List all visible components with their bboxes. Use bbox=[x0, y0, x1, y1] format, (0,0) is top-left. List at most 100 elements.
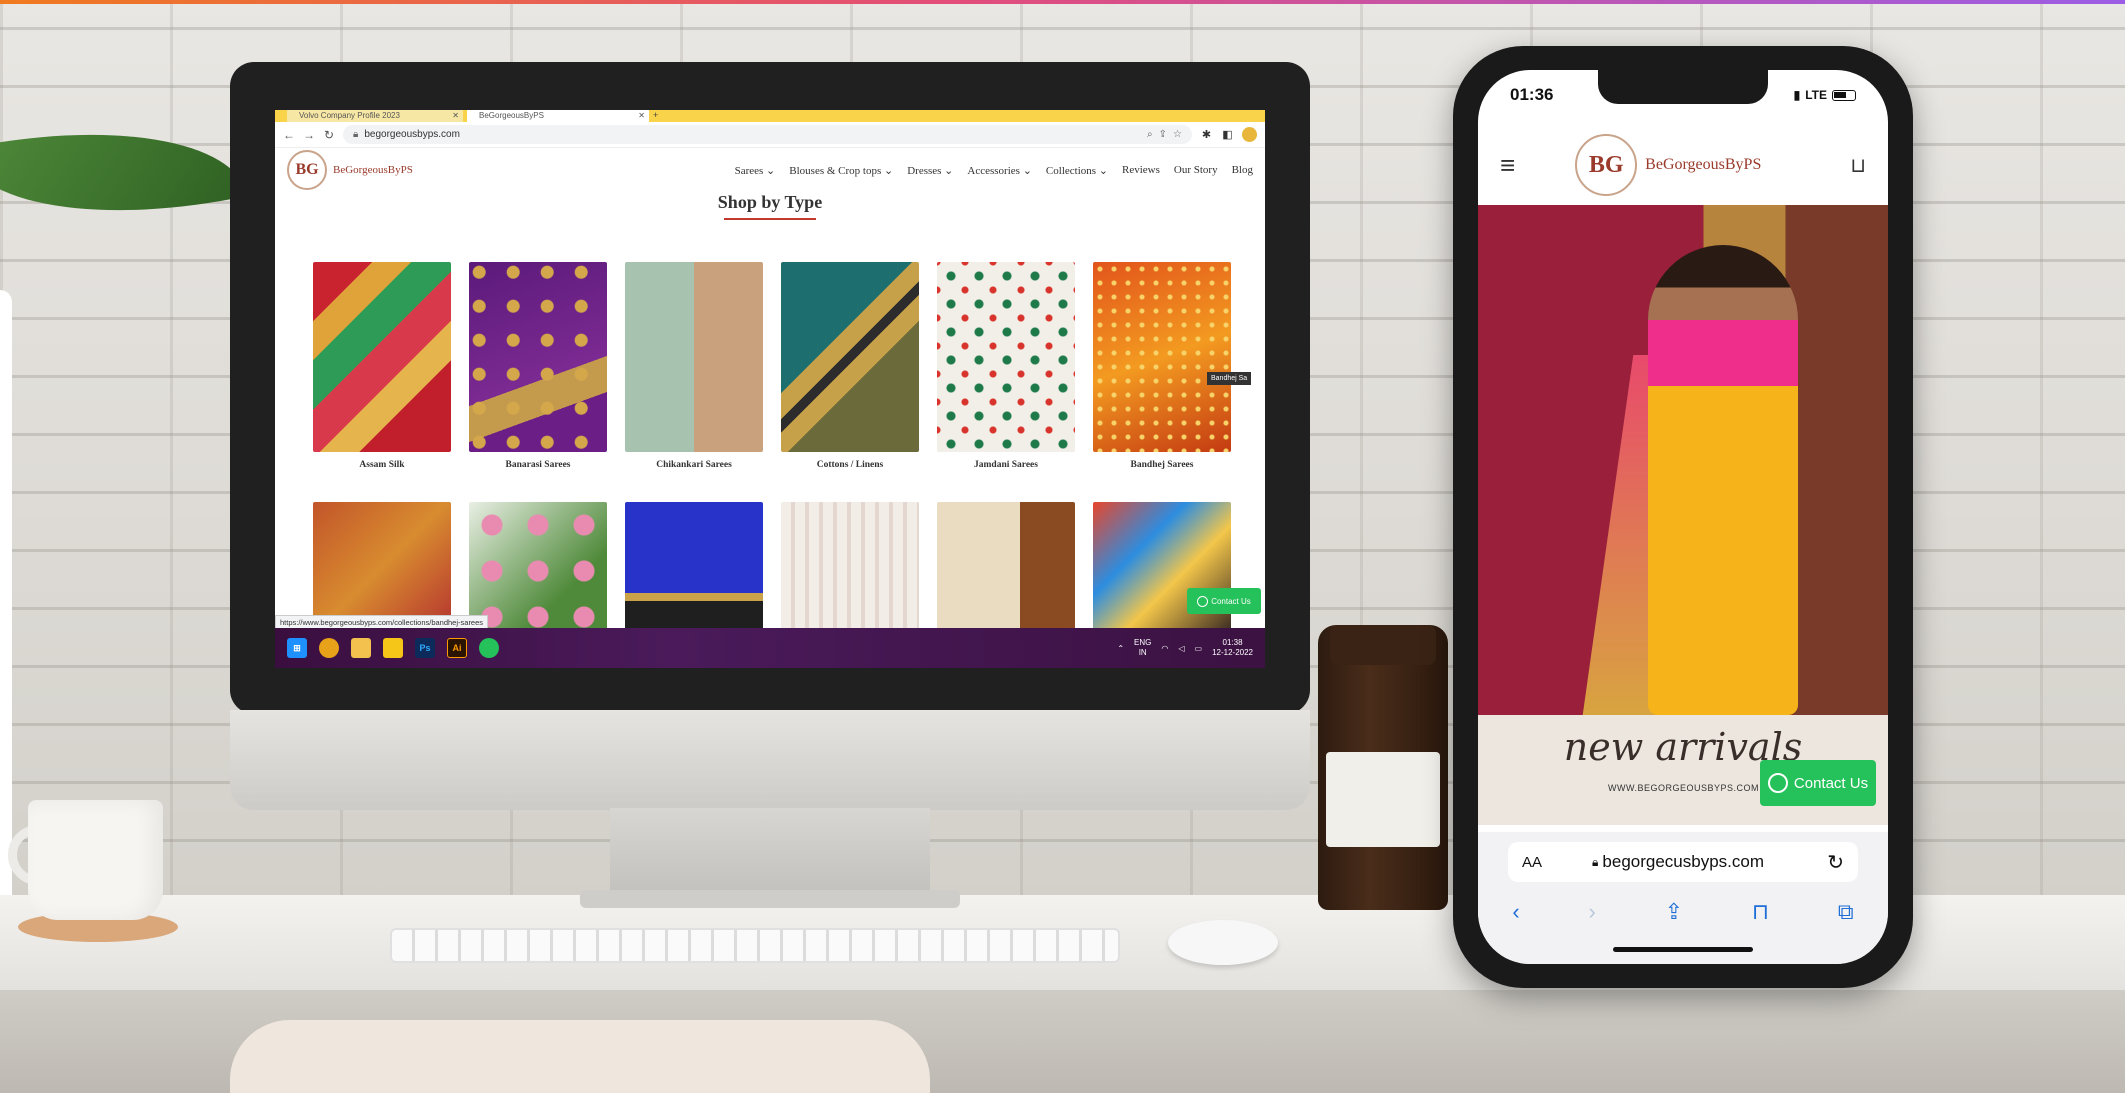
whatsapp-taskbar-icon[interactable] bbox=[479, 638, 499, 658]
chevron-up-icon[interactable]: ⌃ bbox=[1117, 644, 1124, 653]
nav-blouses[interactable]: Blouses & Crop tops ⌄ bbox=[789, 164, 893, 177]
photoshop-label: Ps bbox=[419, 643, 431, 653]
volume-icon[interactable]: ◁ bbox=[1178, 644, 1184, 653]
logo-mark: BG bbox=[295, 161, 319, 178]
safari-address-bar[interactable]: AA 🔒︎ begorgecusbyps.com ↻ bbox=[1508, 842, 1858, 882]
battery-icon[interactable]: ▭ bbox=[1195, 644, 1203, 653]
file-explorer-icon[interactable] bbox=[351, 638, 371, 658]
category-image[interactable] bbox=[469, 502, 607, 632]
keyboard bbox=[390, 928, 1120, 963]
contact-label: Contact Us bbox=[1793, 774, 1869, 792]
desktop-screen: Volvo Company Profile 2023 ✕ BeGorgeousB… bbox=[275, 110, 1265, 668]
text-size-button[interactable]: AA bbox=[1522, 854, 1542, 871]
nav-our-story[interactable]: Our Story bbox=[1174, 164, 1218, 177]
extensions-icon[interactable]: ✱ bbox=[1200, 128, 1213, 141]
mobile-logo[interactable]: BG BeGorgeousByPS bbox=[1575, 134, 1761, 196]
mobile-site-header: ≡ BG BeGorgeousByPS ⊔ bbox=[1478, 125, 1888, 205]
wifi-icon[interactable]: ◠ bbox=[1161, 644, 1168, 653]
tab-label: Volvo Company Profile 2023 bbox=[299, 111, 400, 120]
category-card[interactable] bbox=[625, 502, 763, 632]
nav-reviews[interactable]: Reviews bbox=[1122, 164, 1160, 177]
nav-dresses[interactable]: Dresses ⌄ bbox=[907, 164, 953, 177]
logo-badge: BG bbox=[1575, 134, 1638, 196]
category-label[interactable]: Assam Silk bbox=[313, 460, 451, 470]
category-image[interactable] bbox=[937, 262, 1075, 452]
category-card[interactable]: Banarasi Sarees bbox=[469, 262, 607, 470]
safari-nav-bar: ‹ › ⇪ ⊓ ⧉ bbox=[1478, 892, 1888, 932]
safari-toolbar: AA 🔒︎ begorgecusbyps.com ↻ ‹ › ⇪ ⊓ ⧉ bbox=[1478, 832, 1888, 964]
title-underline bbox=[724, 218, 816, 220]
nav-collections[interactable]: Collections ⌄ bbox=[1046, 164, 1108, 177]
category-image[interactable] bbox=[781, 502, 919, 632]
chrome-icon[interactable] bbox=[319, 638, 339, 658]
category-image[interactable] bbox=[469, 262, 607, 452]
category-card[interactable]: Cottons / Linens bbox=[781, 262, 919, 470]
forward-icon[interactable]: → bbox=[303, 128, 315, 142]
section-title: Shop by Type bbox=[717, 192, 823, 212]
hamburger-menu-icon[interactable]: ≡ bbox=[1500, 150, 1515, 181]
coffee-mug bbox=[28, 800, 163, 920]
logo-text: BeGorgeousByPS bbox=[1645, 156, 1762, 173]
category-card[interactable] bbox=[937, 502, 1075, 632]
browser-tab-active[interactable]: BeGorgeousByPS ✕ bbox=[467, 110, 649, 122]
windows-start-icon[interactable]: ⊞ bbox=[287, 638, 307, 658]
category-image[interactable] bbox=[625, 262, 763, 452]
close-icon[interactable]: ✕ bbox=[638, 110, 645, 122]
clock[interactable]: 01:38 12-12-2022 bbox=[1212, 638, 1253, 658]
category-label[interactable]: Chikankari Sarees bbox=[625, 460, 763, 470]
nav-blog[interactable]: Blog bbox=[1232, 164, 1253, 177]
category-card[interactable] bbox=[313, 502, 451, 632]
bookmarks-icon[interactable]: ⊓ bbox=[1752, 899, 1769, 925]
whatsapp-icon bbox=[1197, 595, 1209, 607]
site-logo[interactable]: BG bbox=[287, 150, 327, 190]
category-image[interactable] bbox=[937, 502, 1075, 632]
logo-text[interactable]: BeGorgeousByPS bbox=[333, 164, 413, 176]
profile-avatar[interactable] bbox=[1242, 127, 1257, 142]
category-card[interactable]: Bandhej Sarees bbox=[1093, 262, 1231, 470]
lock-icon[interactable]: 🔒︎ bbox=[353, 129, 358, 140]
shopping-bag-icon[interactable]: ⊔ bbox=[1850, 153, 1866, 178]
category-label[interactable]: Bandhej Sarees bbox=[1093, 460, 1231, 470]
jar-neck bbox=[1330, 625, 1436, 665]
side-panel-icon[interactable]: ◧ bbox=[1221, 128, 1234, 141]
category-image[interactable] bbox=[1093, 262, 1231, 452]
new-tab-icon[interactable]: + bbox=[653, 110, 658, 120]
share-icon[interactable]: ⇪ bbox=[1159, 129, 1167, 140]
category-label[interactable]: Cottons / Linens bbox=[781, 460, 919, 470]
category-card[interactable] bbox=[469, 502, 607, 632]
sticky-notes-icon[interactable] bbox=[383, 638, 403, 658]
hero-banner-image[interactable] bbox=[1478, 205, 1888, 715]
tabs-icon[interactable]: ⧉ bbox=[1838, 899, 1854, 925]
category-image[interactable] bbox=[313, 502, 451, 632]
category-card[interactable]: Chikankari Sarees bbox=[625, 262, 763, 470]
contact-us-button[interactable]: Contact Us bbox=[1760, 760, 1876, 806]
reload-icon[interactable]: ↻ bbox=[323, 128, 335, 142]
category-label[interactable]: Banarasi Sarees bbox=[469, 460, 607, 470]
back-icon[interactable]: ‹ bbox=[1512, 899, 1519, 925]
home-indicator bbox=[1613, 947, 1753, 952]
category-card[interactable] bbox=[781, 502, 919, 632]
illustrator-icon[interactable]: Ai bbox=[447, 638, 467, 658]
star-icon[interactable]: ☆ bbox=[1173, 129, 1182, 140]
category-label[interactable]: Jamdani Sarees bbox=[937, 460, 1075, 470]
contact-us-button[interactable]: Contact Us bbox=[1187, 588, 1261, 614]
close-icon[interactable]: ✕ bbox=[452, 110, 459, 122]
banner-website: WWW.BEGORGEOUSBYPS.COM bbox=[1608, 783, 1760, 793]
category-image[interactable] bbox=[313, 262, 451, 452]
address[interactable]: 🔒︎ begorgecusbyps.com bbox=[1592, 852, 1764, 872]
share-icon[interactable]: ⇪ bbox=[1665, 899, 1683, 925]
category-card[interactable]: Assam Silk bbox=[313, 262, 451, 470]
address-bar[interactable]: 🔒︎ begorgeousbyps.com ⌕ ⇪ ☆ bbox=[343, 125, 1192, 144]
nav-accessories[interactable]: Accessories ⌄ bbox=[967, 164, 1032, 177]
reload-icon[interactable]: ↻ bbox=[1827, 850, 1844, 875]
photoshop-icon[interactable]: Ps bbox=[415, 638, 435, 658]
category-image[interactable] bbox=[781, 262, 919, 452]
zoom-icon[interactable]: ⌕ bbox=[1147, 129, 1153, 140]
category-image[interactable] bbox=[625, 502, 763, 632]
back-icon[interactable]: ← bbox=[283, 128, 295, 142]
language-indicator[interactable]: ENG IN bbox=[1134, 638, 1151, 658]
nav-sarees[interactable]: Sarees ⌄ bbox=[735, 164, 776, 177]
browser-tab[interactable]: Volvo Company Profile 2023 ✕ bbox=[287, 110, 463, 122]
category-card[interactable]: Jamdani Sarees bbox=[937, 262, 1075, 470]
forward-icon[interactable]: › bbox=[1589, 899, 1596, 925]
